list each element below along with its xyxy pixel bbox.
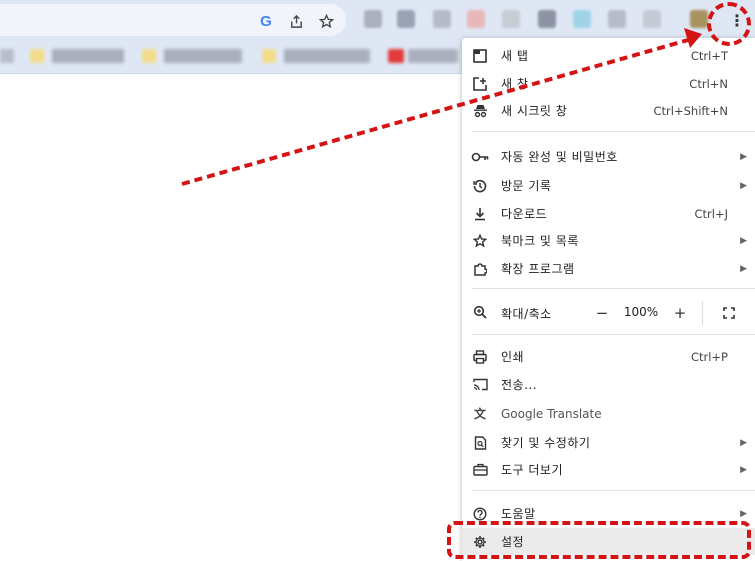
google-lens-icon[interactable]: G [257, 12, 275, 30]
extension-icon[interactable] [397, 10, 415, 28]
menu-item-downloads[interactable]: 다운로드 Ctrl+J [462, 200, 755, 227]
menu-separator [472, 490, 755, 491]
bookmark-item[interactable] [284, 49, 370, 63]
bookmark-item[interactable] [164, 49, 242, 63]
bookmark-item[interactable] [408, 49, 458, 63]
extension-icon[interactable] [467, 10, 485, 28]
submenu-arrow-icon: ▶ [740, 437, 747, 448]
bookmark-item[interactable] [0, 49, 14, 63]
puzzle-icon [471, 260, 489, 278]
fullscreen-icon [723, 307, 735, 319]
toolbox-icon [471, 461, 489, 479]
address-bar[interactable]: G [0, 4, 346, 36]
cast-icon [471, 376, 489, 394]
extension-icon[interactable] [573, 10, 591, 28]
menu-item-google-translate[interactable]: 文 Google Translate [462, 400, 755, 427]
menu-item-find-edit[interactable]: 찾기 및 수정하기 ▶ [462, 429, 755, 456]
fullscreen-button[interactable] [718, 302, 740, 324]
bookmark-folder-icon[interactable] [30, 49, 44, 63]
menu-item-new-tab[interactable]: 새 탭 Ctrl+T [462, 42, 755, 69]
menu-item-new-window[interactable]: 새 창 Ctrl+N [462, 70, 755, 97]
extension-icon[interactable] [643, 10, 661, 28]
profile-avatar[interactable] [690, 10, 708, 28]
bookmark-item[interactable] [52, 49, 124, 63]
menu-separator [472, 334, 755, 335]
zoom-icon [471, 303, 489, 321]
submenu-arrow-icon: ▶ [740, 151, 747, 162]
extension-icon[interactable] [502, 10, 520, 28]
printer-icon [471, 348, 489, 366]
incognito-icon [471, 102, 489, 120]
chrome-main-menu: 새 탭 Ctrl+T 새 창 Ctrl+N 새 시크릿 창 Ctrl+Shift… [462, 38, 755, 561]
history-icon [471, 177, 489, 195]
extension-icon[interactable] [364, 10, 382, 28]
menu-item-autofill[interactable]: 자동 완성 및 비밀번호 ▶ [462, 143, 755, 170]
menu-item-history[interactable]: 방문 기록 ▶ [462, 172, 755, 199]
bookmark-folder-icon[interactable] [262, 49, 276, 63]
help-icon [471, 505, 489, 523]
extension-icon[interactable] [608, 10, 626, 28]
zoom-control: 확대/축소 − 100% + [462, 299, 755, 326]
star-icon [471, 232, 489, 250]
menu-item-print[interactable]: 인쇄 Ctrl+P [462, 343, 755, 370]
submenu-arrow-icon: ▶ [740, 464, 747, 475]
zoom-separator [702, 301, 703, 325]
key-icon [471, 148, 489, 166]
bookmark-folder-icon[interactable] [142, 49, 156, 63]
menu-separator [472, 288, 755, 289]
extension-icon[interactable] [538, 10, 556, 28]
download-icon [471, 205, 489, 223]
zoom-out-button[interactable]: − [591, 302, 613, 324]
menu-item-more-tools[interactable]: 도구 더보기 ▶ [462, 456, 755, 483]
annotation-box-settings [447, 521, 751, 559]
find-file-icon [471, 434, 489, 452]
bookmark-favicon[interactable] [388, 49, 404, 63]
share-icon[interactable] [287, 12, 305, 30]
menu-item-cast[interactable]: 전송... [462, 371, 755, 398]
submenu-arrow-icon: ▶ [740, 508, 747, 519]
menu-separator [472, 131, 755, 132]
new-window-icon [471, 75, 489, 93]
submenu-arrow-icon: ▶ [740, 263, 747, 274]
zoom-in-button[interactable]: + [669, 302, 691, 324]
bookmark-star-icon[interactable] [317, 12, 335, 30]
extension-icon[interactable] [433, 10, 451, 28]
annotation-circle-menu-button [707, 2, 751, 46]
zoom-level: 100% [623, 305, 659, 319]
new-tab-icon [471, 47, 489, 65]
menu-item-extensions[interactable]: 확장 프로그램 ▶ [462, 255, 755, 282]
translate-icon: 文 [473, 407, 486, 421]
submenu-arrow-icon: ▶ [740, 235, 747, 246]
browser-toolbar: G ⋮ [0, 0, 755, 40]
menu-item-incognito[interactable]: 새 시크릿 창 Ctrl+Shift+N [462, 97, 755, 124]
submenu-arrow-icon: ▶ [740, 180, 747, 191]
menu-item-bookmarks[interactable]: 북마크 및 목록 ▶ [462, 227, 755, 254]
